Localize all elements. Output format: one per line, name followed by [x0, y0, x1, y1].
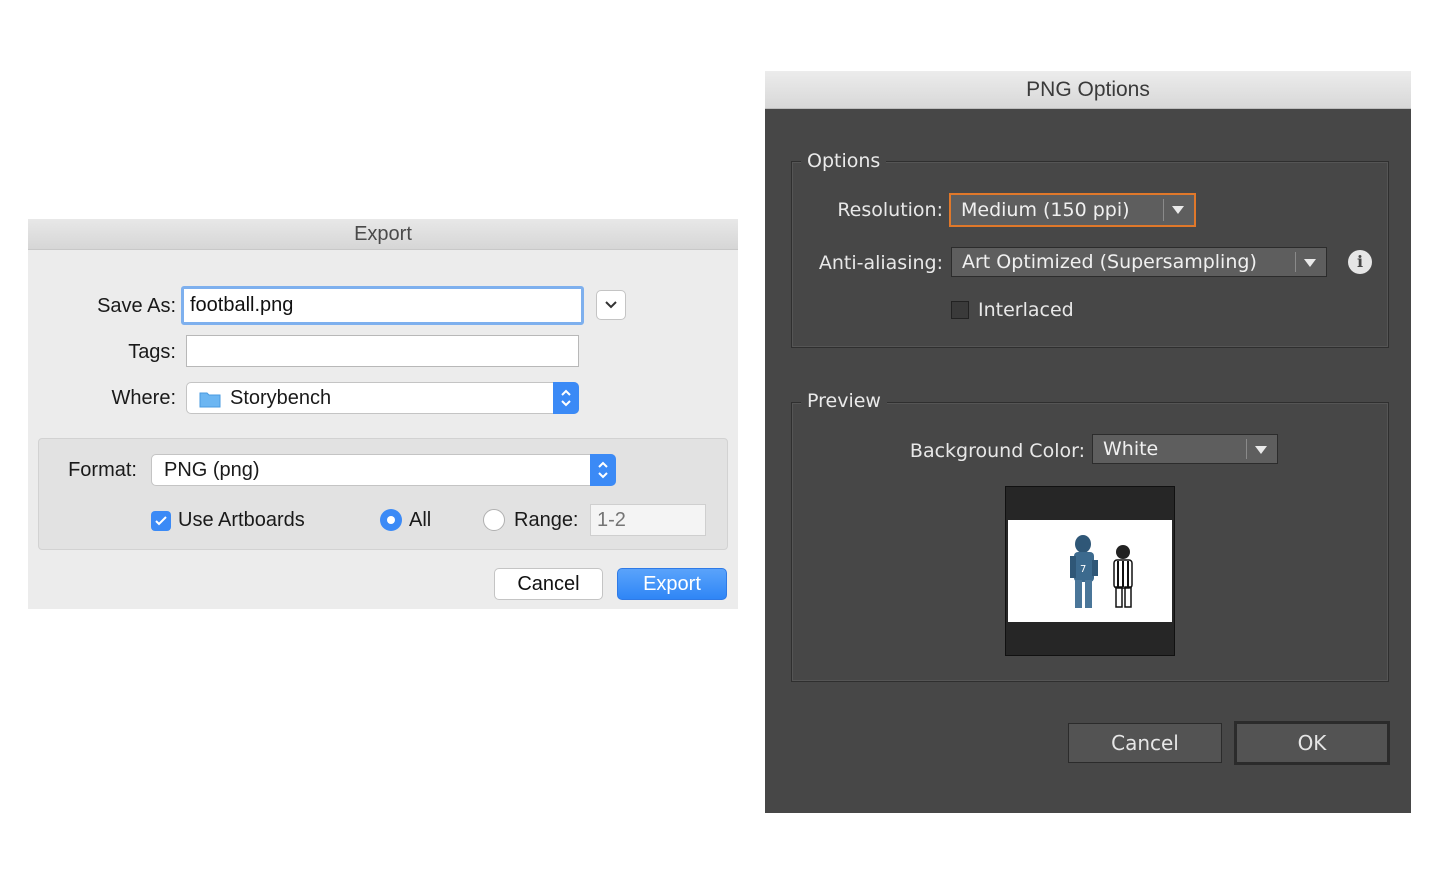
dropdown-arrow-icon	[1255, 446, 1267, 454]
chevron-down-icon	[605, 301, 617, 309]
tags-input[interactable]	[186, 335, 579, 367]
format-stepper	[590, 454, 616, 486]
where-value: Storybench	[230, 387, 332, 409]
range-radio-label: Range:	[514, 509, 579, 531]
format-popup[interactable]: PNG (png)	[151, 454, 616, 486]
png-options-title: PNG Options	[765, 71, 1411, 109]
where-label: Where:	[111, 387, 176, 409]
dropdown-arrow-icon	[1304, 259, 1316, 267]
expand-dialog-button[interactable]	[596, 290, 626, 320]
export-button[interactable]: Export	[617, 568, 727, 600]
png-options-dialog: PNG Options Options Resolution: Medium (…	[765, 71, 1411, 813]
info-icon[interactable]: i	[1348, 250, 1372, 274]
svg-text:7: 7	[1080, 564, 1086, 575]
folder-icon	[199, 392, 221, 408]
format-label: Format:	[68, 459, 137, 481]
save-as-input[interactable]	[181, 286, 584, 325]
select-separator	[1163, 199, 1164, 221]
use-artboards-checkbox[interactable]	[151, 511, 171, 531]
preview-group-title: Preview	[801, 390, 887, 412]
png-cancel-button[interactable]: Cancel	[1068, 723, 1222, 763]
all-radio[interactable]	[380, 509, 402, 531]
up-down-arrows-icon	[561, 389, 571, 407]
where-stepper	[553, 382, 579, 414]
where-popup[interactable]: Storybench	[186, 382, 579, 414]
football-illustration: 7	[1070, 535, 1133, 608]
interlaced-label: Interlaced	[978, 299, 1074, 321]
up-down-arrows-icon	[598, 461, 608, 479]
anti-aliasing-value: Art Optimized (Supersampling)	[962, 251, 1257, 273]
resolution-label: Resolution:	[837, 199, 943, 221]
football-player-figure: 7	[1070, 535, 1098, 608]
options-group-title: Options	[801, 150, 887, 172]
select-separator	[1295, 252, 1296, 272]
cancel-button[interactable]: Cancel	[494, 568, 603, 600]
interlaced-checkbox[interactable]	[951, 301, 969, 319]
preview-canvas: 7	[1008, 520, 1172, 622]
background-color-value: White	[1103, 438, 1159, 460]
resolution-select[interactable]: Medium (150 ppi)	[949, 193, 1196, 227]
range-radio[interactable]	[483, 509, 505, 531]
png-ok-button[interactable]: OK	[1234, 721, 1390, 765]
all-radio-label: All	[409, 509, 432, 531]
background-color-select[interactable]: White	[1092, 434, 1278, 464]
export-dialog: Export Save As: Tags: Where: Storybench …	[28, 219, 738, 609]
use-artboards-label: Use Artboards	[178, 509, 305, 531]
export-dialog-title: Export	[28, 219, 738, 250]
range-input[interactable]	[590, 504, 706, 536]
checkmark-icon	[155, 516, 167, 526]
tags-label: Tags:	[128, 341, 176, 363]
referee-figure	[1113, 545, 1133, 608]
resolution-value: Medium (150 ppi)	[961, 199, 1130, 221]
format-options-box: Format: PNG (png) Use Artboards All Rang…	[38, 438, 728, 550]
format-value: PNG (png)	[164, 459, 260, 481]
anti-aliasing-select[interactable]: Art Optimized (Supersampling)	[951, 247, 1327, 277]
preview-frame: 7	[1005, 486, 1175, 656]
background-color-label: Background Color:	[909, 440, 1085, 462]
save-as-label: Save As:	[97, 295, 176, 317]
anti-aliasing-label: Anti-aliasing:	[818, 252, 943, 274]
dropdown-arrow-icon	[1172, 206, 1184, 214]
select-separator	[1246, 439, 1247, 459]
